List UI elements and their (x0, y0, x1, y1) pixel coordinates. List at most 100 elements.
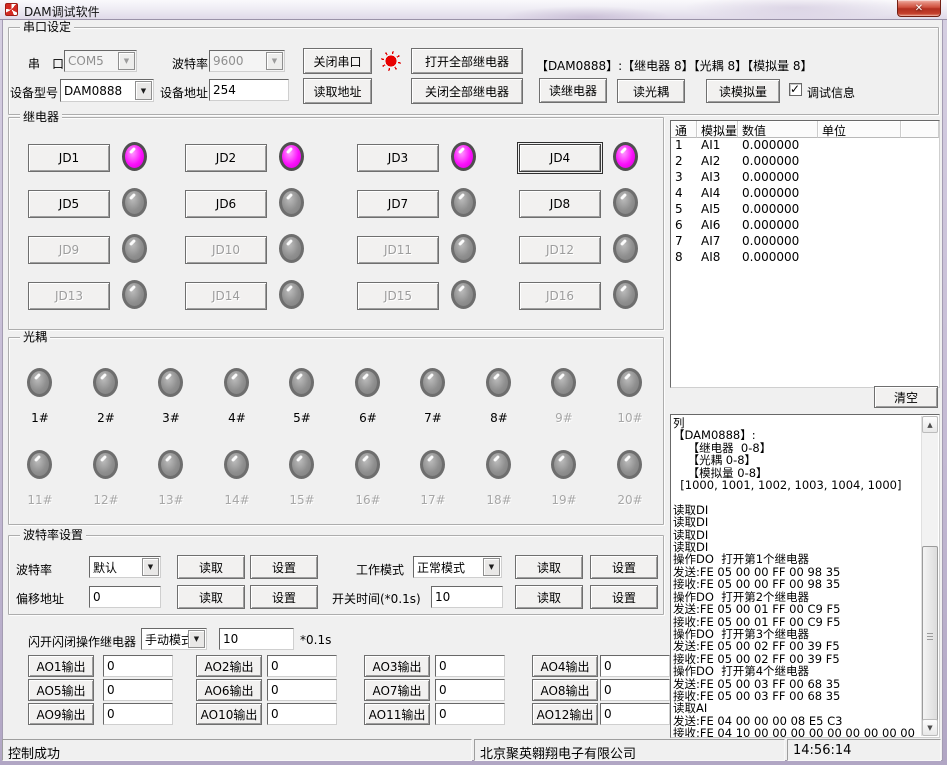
ao-button-AO4输出[interactable]: AO4输出 (532, 655, 598, 677)
ao-input-AO6输出[interactable] (267, 679, 337, 701)
ao-button-AO1输出[interactable]: AO1输出 (28, 655, 94, 677)
address-input[interactable] (209, 79, 289, 101)
ao-button-AO12输出[interactable]: AO12输出 (532, 703, 598, 725)
model-select[interactable]: DAM0888 ▼ (60, 79, 154, 102)
chevron-down-icon[interactable]: ▼ (118, 52, 135, 70)
scroll-thumb[interactable] (922, 546, 938, 728)
baud-set-button[interactable]: 设置 (250, 555, 318, 579)
work-mode-read-button[interactable]: 读取 (515, 555, 583, 579)
analog-table-row[interactable]: 8AI80.000000 (671, 250, 939, 266)
chevron-down-icon[interactable]: ▼ (188, 630, 205, 648)
work-mode-set-button[interactable]: 设置 (590, 555, 658, 579)
relay-button-JD14[interactable]: JD14 (185, 282, 267, 310)
ao-input-AO1输出[interactable] (103, 655, 173, 677)
analog-table-row[interactable]: 5AI50.000000 (671, 202, 939, 218)
clock: 14:56:14 (787, 739, 941, 761)
scroll-down-icon[interactable]: ▼ (922, 719, 938, 736)
analog-table-row[interactable]: 6AI60.000000 (671, 218, 939, 234)
ao-button-AO3输出[interactable]: AO3输出 (364, 655, 430, 677)
ao-input-AO8输出[interactable] (600, 679, 670, 701)
relay-button-JD6[interactable]: JD6 (185, 190, 267, 218)
read-relay-button[interactable]: 读继电器 (539, 78, 607, 103)
relay-button-JD4[interactable]: JD4 (519, 144, 601, 172)
analog-table-row[interactable]: 2AI20.000000 (671, 154, 939, 170)
close-all-relays-button[interactable]: 关闭全部继电器 (411, 78, 523, 104)
ao-button-AO10输出[interactable]: AO10输出 (196, 703, 262, 725)
relay-button-JD8[interactable]: JD8 (519, 190, 601, 218)
relay-button-JD15[interactable]: JD15 (357, 282, 439, 310)
analog-table-cell (818, 202, 901, 218)
relay-button-JD5[interactable]: JD5 (28, 190, 110, 218)
analog-table-cell: 6 (671, 218, 697, 234)
ao-input-AO5输出[interactable] (103, 679, 173, 701)
close-serial-button[interactable]: 关闭串口 (303, 48, 372, 74)
ao-button-AO11输出[interactable]: AO11输出 (364, 703, 430, 725)
offset-read-button[interactable]: 读取 (177, 585, 245, 609)
read-analog-button[interactable]: 读模拟量 (706, 79, 780, 103)
title-bar[interactable]: DAM调试软件 ✕ (0, 0, 947, 20)
ao-button-AO5输出[interactable]: AO5输出 (28, 679, 94, 701)
ao-input-AO10输出[interactable] (267, 703, 337, 725)
ao-button-AO2输出[interactable]: AO2输出 (196, 655, 262, 677)
analog-table-row[interactable]: 3AI30.000000 (671, 170, 939, 186)
ao-input-AO2输出[interactable] (267, 655, 337, 677)
column-header[interactable]: 单位 (818, 121, 901, 138)
column-header[interactable] (901, 121, 939, 138)
analog-table-cell: 1 (671, 138, 697, 154)
analog-table-cell: 8 (671, 250, 697, 266)
read-opto-button[interactable]: 读光耦 (617, 79, 685, 103)
switch-time-input[interactable] (431, 586, 503, 608)
close-icon: ✕ (915, 3, 923, 14)
flash-time-input[interactable] (219, 628, 294, 650)
ao-input-AO7输出[interactable] (435, 679, 505, 701)
relay-button-JD2[interactable]: JD2 (185, 144, 267, 172)
chevron-down-icon[interactable]: ▼ (266, 52, 283, 70)
relay-button-JD11[interactable]: JD11 (357, 236, 439, 264)
read-address-button[interactable]: 读取地址 (303, 78, 372, 104)
analog-table-row[interactable]: 4AI40.000000 (671, 186, 939, 202)
clear-log-button[interactable]: 清空 (874, 386, 938, 408)
relay-button-JD13[interactable]: JD13 (28, 282, 110, 310)
ao-button-AO7输出[interactable]: AO7输出 (364, 679, 430, 701)
ao-input-AO4输出[interactable] (600, 655, 670, 677)
chevron-down-icon[interactable]: ▼ (142, 558, 159, 576)
close-button[interactable]: ✕ (897, 0, 941, 17)
log-scrollbar[interactable]: ▲ ▼ (921, 416, 938, 736)
work-mode-select[interactable]: 正常模式 ▼ (413, 556, 502, 578)
relay-button-JD16[interactable]: JD16 (519, 282, 601, 310)
baudrate-select[interactable]: 9600 ▼ (209, 50, 285, 72)
ao-input-AO9输出[interactable] (103, 703, 173, 725)
baudrate-setting-select[interactable]: 默认 ▼ (89, 556, 161, 578)
company-name: 北京聚英翱翔电子有限公司 (474, 739, 785, 761)
ao-button-AO9输出[interactable]: AO9输出 (28, 703, 94, 725)
scroll-up-icon[interactable]: ▲ (922, 416, 938, 433)
chevron-down-icon[interactable]: ▼ (135, 81, 152, 100)
ao-button-AO8输出[interactable]: AO8输出 (532, 679, 598, 701)
relay-button-JD3[interactable]: JD3 (357, 144, 439, 172)
column-header[interactable]: 模拟量 (697, 121, 738, 138)
relay-button-JD7[interactable]: JD7 (357, 190, 439, 218)
flash-mode-select[interactable]: 手动模式 ▼ (141, 628, 207, 650)
relay-button-JD10[interactable]: JD10 (185, 236, 267, 264)
ao-input-AO3输出[interactable] (435, 655, 505, 677)
analog-table-row[interactable]: 1AI10.000000 (671, 138, 939, 154)
ao-input-AO11输出[interactable] (435, 703, 505, 725)
column-header[interactable]: 通 (671, 121, 697, 138)
analog-table-cell: AI1 (697, 138, 738, 154)
switch-time-read-button[interactable]: 读取 (515, 585, 583, 609)
chevron-down-icon[interactable]: ▼ (483, 558, 500, 576)
open-all-relays-button[interactable]: 打开全部继电器 (411, 48, 523, 74)
baud-read-button[interactable]: 读取 (177, 555, 245, 579)
ao-input-AO12输出[interactable] (600, 703, 670, 725)
relay-button-JD9[interactable]: JD9 (28, 236, 110, 264)
ao-button-AO6输出[interactable]: AO6输出 (196, 679, 262, 701)
port-select[interactable]: COM5 ▼ (64, 50, 137, 72)
column-header[interactable]: 数值 (738, 121, 818, 138)
relay-button-JD12[interactable]: JD12 (519, 236, 601, 264)
switch-time-set-button[interactable]: 设置 (590, 585, 658, 609)
debug-checkbox[interactable] (789, 83, 802, 96)
offset-input[interactable] (89, 586, 161, 608)
relay-button-JD1[interactable]: JD1 (28, 144, 110, 172)
analog-table-row[interactable]: 7AI70.000000 (671, 234, 939, 250)
offset-set-button[interactable]: 设置 (250, 585, 318, 609)
